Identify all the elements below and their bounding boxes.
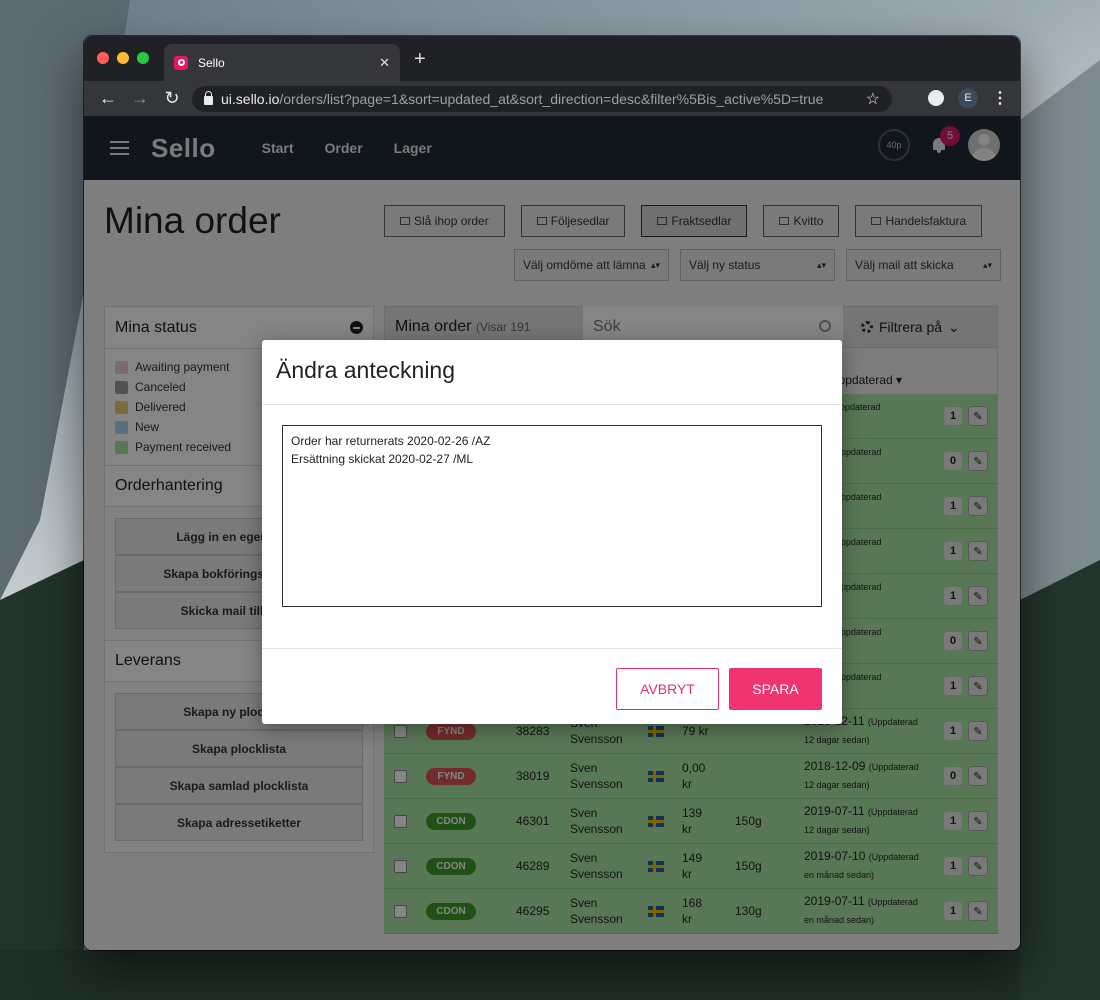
browser-tab[interactable]: Sello ✕ [164, 44, 400, 81]
zoom-window-button[interactable] [137, 52, 149, 64]
edit-note-modal: Ändra anteckning AVBRYT SPARA [262, 340, 842, 724]
browser-window: Sello ✕ + ← → ↻ ui.sello.io/orders/list?… [84, 36, 1020, 950]
new-tab-icon[interactable]: + [414, 48, 426, 71]
cancel-button[interactable]: AVBRYT [616, 668, 719, 710]
profile-avatar[interactable]: E [958, 88, 978, 108]
modal-body [262, 405, 842, 649]
forward-icon[interactable]: → [124, 88, 156, 109]
sello-favicon-icon [174, 55, 188, 70]
back-icon[interactable]: ← [92, 88, 124, 109]
browser-toolbar: ← → ↻ ui.sello.io/orders/list?page=1&sor… [84, 81, 1020, 116]
save-button[interactable]: SPARA [729, 668, 822, 710]
url-path: /orders/list?page=1&sort=updated_at&sort… [279, 91, 824, 107]
address-bar[interactable]: ui.sello.io/orders/list?page=1&sort=upda… [192, 86, 892, 112]
window-controls [97, 52, 149, 64]
browser-menu-icon[interactable]: ⋮ [992, 88, 1008, 108]
modal-footer: AVBRYT SPARA [262, 649, 842, 729]
sello-app: Sello Start Order Lager 40p 5 Mina order… [84, 116, 1020, 950]
note-textarea[interactable] [282, 425, 822, 607]
browser-tab-strip: Sello ✕ + [84, 36, 1020, 81]
url-host: ui.sello.io [221, 91, 280, 107]
bookmark-star-icon[interactable]: ☆ [866, 89, 880, 109]
extension-icon[interactable] [928, 90, 944, 106]
modal-title: Ändra anteckning [262, 340, 842, 405]
close-tab-icon[interactable]: ✕ [379, 55, 390, 71]
minimize-window-button[interactable] [117, 52, 129, 64]
reload-icon[interactable]: ↻ [156, 88, 188, 109]
close-window-button[interactable] [97, 52, 109, 64]
tab-title: Sello [198, 55, 225, 70]
toolbar-right: E ⋮ [928, 88, 1008, 108]
lock-icon [204, 90, 213, 105]
